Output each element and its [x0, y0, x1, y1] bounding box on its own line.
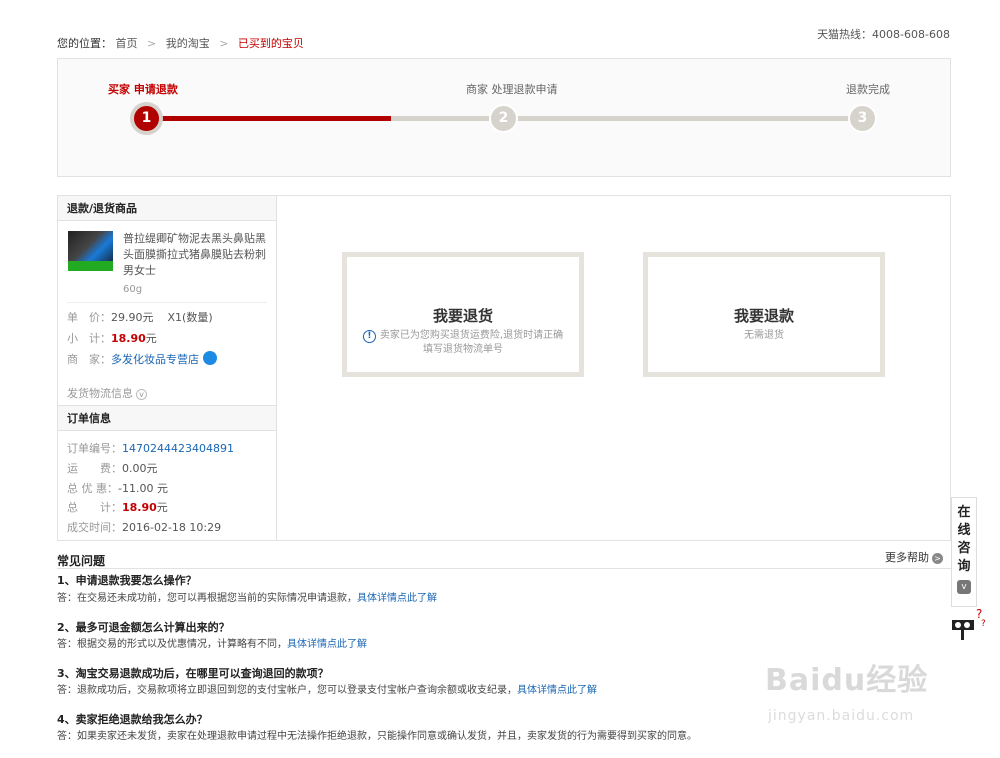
breadcrumb-label: 您的位置： [57, 37, 112, 50]
logistics-toggle[interactable]: 发货物流信息 v [67, 385, 147, 401]
unit-price-row: 单 价：29.90元 X1(数量) [67, 309, 213, 325]
product-info: 普拉缇卿矿物泥去黑头鼻贴黑头面膜撕拉式猪鼻膜贴去粉刺男女士 [58, 221, 276, 299]
breadcrumb: 您的位置： 首页 > 我的淘宝 > 已买到的宝贝 [57, 35, 304, 51]
faq-answer-text: 答：如果卖家还未发货，卖家在处理退款申请过程中无法操作拒绝退款，只能操作同意或确… [57, 731, 697, 742]
order-section: 订单信息 [58, 405, 276, 431]
subtotal-unit: 元 [145, 332, 157, 345]
order-no-link[interactable]: 1470244423404891 [122, 442, 234, 455]
product-section-title: 退款/退货商品 [58, 196, 276, 221]
step-3-label: 退款完成 [846, 83, 890, 96]
refund-only-option[interactable]: 我要退款 无需退货 [643, 252, 885, 377]
faq-answer-text: 答：在交易还未成功前，您可以再根据您当前的实际情况申请退款， [57, 593, 357, 604]
faq-section: 常见问题 更多帮助 > 1、申请退款我要怎么操作？ 答：在交易还未成功前，您可以再… [57, 549, 951, 742]
return-goods-title: 我要退货 [432, 307, 493, 325]
subtotal: 18.90 [111, 332, 146, 345]
seller-row: 商 家：多发化妆品专营店 [67, 351, 217, 367]
wangwang-icon[interactable] [203, 351, 217, 365]
order-section-title: 订单信息 [58, 406, 276, 431]
seller-link[interactable]: 多发化妆品专营店 [111, 353, 199, 366]
discount-row: 总 优 惠：-11.00 元 [67, 480, 168, 496]
faq-detail-link[interactable]: 具体详情点此了解 [517, 685, 597, 696]
faq-answer: 答：在交易还未成功前，您可以再根据您当前的实际情况申请退款，具体详情点此了解 [57, 589, 437, 604]
total-row: 总 计：18.90元 [67, 499, 168, 515]
shipping-row: 运 费：0.00元 [67, 460, 158, 476]
breadcrumb-current[interactable]: 已买到的宝贝 [238, 37, 304, 50]
deal-time-label: 成交时间： [67, 521, 122, 534]
product-name[interactable]: 普拉缇卿矿物泥去黑头鼻贴黑头面膜撕拉式猪鼻膜贴去粉刺男女士 [123, 231, 271, 279]
shipping-fee: 0.00元 [122, 462, 158, 475]
online-consult-label: 在线咨询 [957, 505, 971, 574]
total-label: 总 计： [67, 501, 122, 514]
more-help-link[interactable]: 更多帮助 > [885, 549, 943, 565]
product-thumbnail[interactable] [68, 231, 113, 271]
hotline: 天猫热线：4008-608-608 [817, 28, 950, 41]
breadcrumb-my-taobao[interactable]: 我的淘宝 [166, 37, 210, 50]
arrow-right-icon: > [932, 553, 943, 564]
refund-panel: 退款/退货商品 普拉缇卿矿物泥去黑头鼻贴黑头面膜撕拉式猪鼻膜贴去粉刺男女士 60… [57, 195, 951, 541]
return-goods-desc: ! 卖家已为您购买退货运费险,退货时请正确 填写退货物流单号 [347, 329, 579, 357]
deal-time-row: 成交时间：2016-02-18 10:29 [67, 519, 221, 535]
breadcrumb-home[interactable]: 首页 [116, 37, 138, 50]
faq-answer: 答：如果卖家还未发货，卖家在处理退款申请过程中无法操作拒绝退款，只能操作同意或确… [57, 727, 697, 742]
discount: -11.00 元 [118, 482, 168, 495]
chevron-down-icon[interactable]: v [957, 580, 971, 594]
faq-question: 2、最多可退金额怎么计算出来的？ [57, 621, 230, 634]
refund-only-title: 我要退款 [733, 307, 794, 325]
breadcrumb-separator: > [219, 37, 229, 50]
seller-label: 商 家： [67, 353, 111, 366]
order-no-label: 订单编号： [67, 442, 122, 455]
faq-question: 4、卖家拒绝退款给我怎么办？ [57, 713, 208, 726]
faq-answer: 答：退款成功后，交易款项将立即退回到您的支付宝帐户，您可以登录支付宝帐户查询余额… [57, 681, 597, 696]
unit-price-label: 单 价： [67, 311, 111, 324]
more-help-label: 更多帮助 [885, 551, 929, 564]
faq-title: 常见问题 [57, 554, 106, 568]
deal-time: 2016-02-18 10:29 [122, 521, 222, 534]
refund-only-desc: 无需退货 [744, 330, 784, 341]
subtotal-label: 小 计： [67, 332, 111, 345]
breadcrumb-separator: > [147, 37, 157, 50]
online-consult-widget[interactable]: 在线咨询 v [951, 497, 977, 607]
divider [67, 302, 267, 303]
faq-question: 1、申请退款我要怎么操作？ [57, 574, 197, 587]
progress-fill [147, 116, 391, 121]
order-no-row: 订单编号：1470244423404891 [67, 440, 234, 456]
faq-answer-text: 答：根据交易的形式以及优惠情况，计算略有不同， [57, 639, 287, 650]
total-unit: 元 [156, 501, 168, 514]
step-2-node: 2 [489, 104, 518, 133]
svg-text:?: ? [981, 619, 986, 629]
product-sku: 60g [123, 284, 143, 295]
baidu-watermark-url: jingyan.baidu.com [768, 708, 915, 724]
faq-answer-text: 答：退款成功后，交易款项将立即退回到您的支付宝帐户，您可以登录支付宝帐户查询余额… [57, 685, 517, 696]
faq-header: 常见问题 更多帮助 > [57, 549, 951, 569]
return-goods-desc-line1: 卖家已为您购买退货运费险,退货时请正确 [379, 330, 564, 341]
step-1-node: 1 [132, 104, 161, 133]
quantity: X1(数量) [167, 311, 213, 324]
order-sidebar: 退款/退货商品 普拉缇卿矿物泥去黑头鼻贴黑头面膜撕拉式猪鼻膜贴去粉刺男女士 60… [58, 196, 277, 540]
faq-detail-link[interactable]: 具体详情点此了解 [357, 593, 437, 604]
discount-label: 总 优 惠： [67, 482, 118, 495]
step-1-label: 买家 申请退款 [108, 83, 178, 96]
refund-steps: 买家 申请退款 商家 处理退款申请 退款完成 1 2 3 [57, 58, 951, 177]
return-goods-option[interactable]: 我要退货 ! 卖家已为您购买退货运费险,退货时请正确 填写退货物流单号 [342, 252, 584, 377]
step-3-node: 3 [848, 104, 877, 133]
logistics-label: 发货物流信息 [67, 387, 133, 400]
faq-detail-link[interactable]: 具体详情点此了解 [287, 639, 367, 650]
shipping-label: 运 费： [67, 462, 122, 475]
unit-price: 29.90元 [111, 311, 154, 324]
faq-answer: 答：根据交易的形式以及优惠情况，计算略有不同，具体详情点此了解 [57, 635, 367, 650]
mascot-icon[interactable]: ? ? [950, 606, 990, 642]
chevron-down-icon: v [136, 389, 147, 400]
info-icon: ! [362, 330, 376, 343]
faq-question: 3、淘宝交易退款成功后，在哪里可以查询退回的款项？ [57, 667, 329, 680]
return-goods-desc-line2: 填写退货物流单号 [423, 344, 503, 355]
total: 18.90 [122, 501, 157, 514]
subtotal-row: 小 计：18.90元 [67, 330, 157, 346]
step-2-label: 商家 处理退款申请 [466, 83, 558, 96]
baidu-watermark: Baidu经验 [765, 663, 929, 698]
